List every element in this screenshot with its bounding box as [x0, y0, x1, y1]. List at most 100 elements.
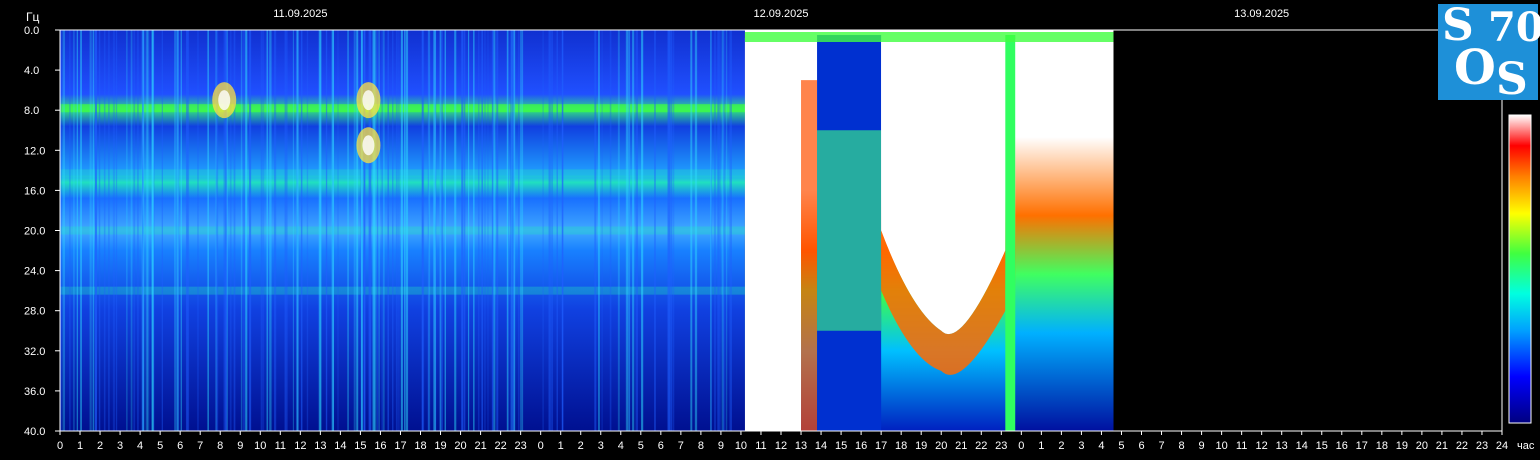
noise-streak [548, 30, 551, 431]
x-tick-label: 5 [1118, 440, 1124, 452]
x-tick-label: 7 [197, 440, 203, 452]
noise-streak [249, 30, 252, 431]
noise-streak [126, 30, 128, 431]
x-tick-label: 15 [354, 440, 366, 452]
noise-streak [726, 30, 728, 431]
burst-gap-band [817, 130, 882, 331]
noise-streak [518, 30, 520, 431]
x-tick-label: 0 [57, 440, 63, 452]
x-tick-label: 9 [718, 440, 724, 452]
noise-streak [542, 30, 544, 431]
x-tick-label: 11 [755, 440, 766, 452]
y-tick-label: 40.0 [24, 426, 45, 438]
noise-streak [242, 30, 246, 431]
date-label: 11.09.2025 [273, 8, 327, 20]
intensity-spot-core [218, 90, 231, 111]
x-tick-label: 22 [494, 440, 506, 452]
noise-streak [185, 30, 188, 431]
x-tick-label: 21 [1436, 440, 1448, 452]
noise-streak [387, 30, 390, 431]
noise-streak [286, 30, 288, 431]
noise-streak [112, 30, 116, 431]
x-tick-label: 4 [137, 440, 143, 452]
noise-streak [467, 30, 470, 431]
noise-streak [89, 30, 92, 431]
x-tick-label: 15 [1316, 440, 1328, 452]
x-tick-label: 7 [1158, 440, 1164, 452]
noise-streak [269, 30, 272, 431]
noise-streak [103, 30, 106, 431]
noise-streak [378, 30, 380, 431]
burst-top-band [744, 32, 1114, 43]
x-tick-label: 24 [1496, 440, 1508, 452]
noise-streak [108, 30, 110, 431]
noise-streak [382, 30, 385, 431]
y-tick-label: 28.0 [24, 306, 45, 318]
noise-streak [632, 30, 635, 431]
noise-streak [561, 30, 564, 431]
noise-streak [296, 30, 299, 431]
y-tick-label: 0.0 [24, 25, 39, 37]
x-tick-label: 23 [1476, 440, 1488, 452]
noise-streak [306, 30, 309, 431]
noise-streak [551, 30, 554, 431]
noise-streak [477, 30, 480, 431]
date-label: 12.09.2025 [753, 8, 808, 20]
y-tick-label: 32.0 [24, 346, 45, 358]
noise-streak [353, 30, 356, 431]
noise-streak [266, 30, 269, 431]
x-tick-label: 14 [334, 440, 346, 452]
noise-streak [598, 30, 600, 431]
x-tick-label: 12 [775, 440, 787, 452]
noise-streak [668, 30, 670, 431]
x-tick-label: 22 [975, 440, 987, 452]
noise-streak [245, 30, 248, 431]
x-tick-label: 22 [1456, 440, 1468, 452]
noise-streak [94, 30, 97, 431]
noise-streak [729, 30, 732, 431]
noise-streak [337, 30, 339, 431]
x-tick-label: 8 [698, 440, 704, 452]
x-tick-label: 16 [855, 440, 867, 452]
x-tick-label: 17 [394, 440, 406, 452]
burst-column [744, 38, 802, 432]
x-tick-label: 23 [515, 440, 527, 452]
x-tick-label: 17 [1356, 440, 1368, 452]
noise-streak [487, 30, 489, 431]
x-tick-label: 5 [157, 440, 163, 452]
x-tick-label: 3 [598, 440, 604, 452]
date-label: 13.09.2025 [1234, 8, 1289, 20]
intensity-spot-core [362, 135, 375, 156]
noise-streak [176, 30, 179, 431]
x-tick-label: 21 [955, 440, 967, 452]
y-tick-label: 36.0 [24, 386, 45, 398]
noise-streak [694, 30, 698, 431]
noise-streak [441, 30, 443, 431]
noise-streak [710, 30, 712, 431]
x-tick-label: 5 [638, 440, 644, 452]
noise-streak [594, 30, 597, 431]
x-tick-label: 9 [237, 440, 243, 452]
noise-streak [273, 30, 277, 431]
color-scale [1508, 114, 1532, 424]
logo-letter-s2: S [1496, 54, 1528, 105]
x-tick-label: 16 [374, 440, 386, 452]
burst-tail [1015, 39, 1114, 432]
noise-streak [627, 30, 631, 431]
intensity-spot-core [362, 90, 375, 111]
noise-streak [174, 30, 176, 431]
noise-streak [332, 30, 335, 431]
noise-streak [395, 30, 398, 431]
x-tick-label: 13 [1276, 440, 1288, 452]
noise-streak [556, 30, 558, 431]
noise-streak [69, 30, 71, 431]
noise-streak [197, 30, 199, 431]
spectrogram-chart: Гц час 11.09.2025 12.09.2025 13.09.2025 0.… [24, 8, 1535, 452]
x-tick-label: 1 [558, 440, 564, 452]
noise-streak [433, 30, 436, 431]
x-tick-label: 2 [578, 440, 584, 452]
x-tick-label: 20 [935, 440, 947, 452]
noise-streak [670, 30, 673, 431]
noise-streak [381, 30, 384, 431]
noise-streak [147, 30, 150, 431]
